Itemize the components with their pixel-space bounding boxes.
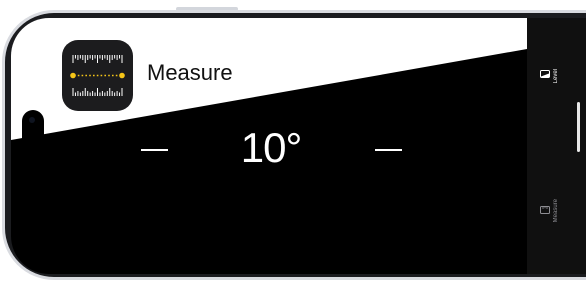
tab-measure[interactable]: Measure [538,196,562,236]
phone-screen: Measure 10° Level Measure [11,18,586,274]
mode-tab-bar: Level Measure [527,18,586,274]
home-indicator[interactable] [577,102,580,152]
screenshot-stage: Measure 10° Level Measure [0,0,586,282]
camera-dot [29,117,35,123]
level-icon [540,70,550,78]
measure-app-icon [62,40,133,111]
angle-value: 10 [240,124,287,171]
level-angle-readout: 10° [231,124,311,172]
angle-unit: ° [285,124,302,171]
tab-level-label: Level [553,69,559,84]
dynamic-island [22,110,44,178]
ruler-icon [70,55,125,96]
app-name-label: Measure [147,60,233,85]
level-left-marker [141,149,168,151]
tab-level[interactable]: Level [538,66,562,104]
tab-measure-label: Measure [553,199,559,223]
measure-icon [540,206,550,214]
level-right-marker [375,149,402,151]
